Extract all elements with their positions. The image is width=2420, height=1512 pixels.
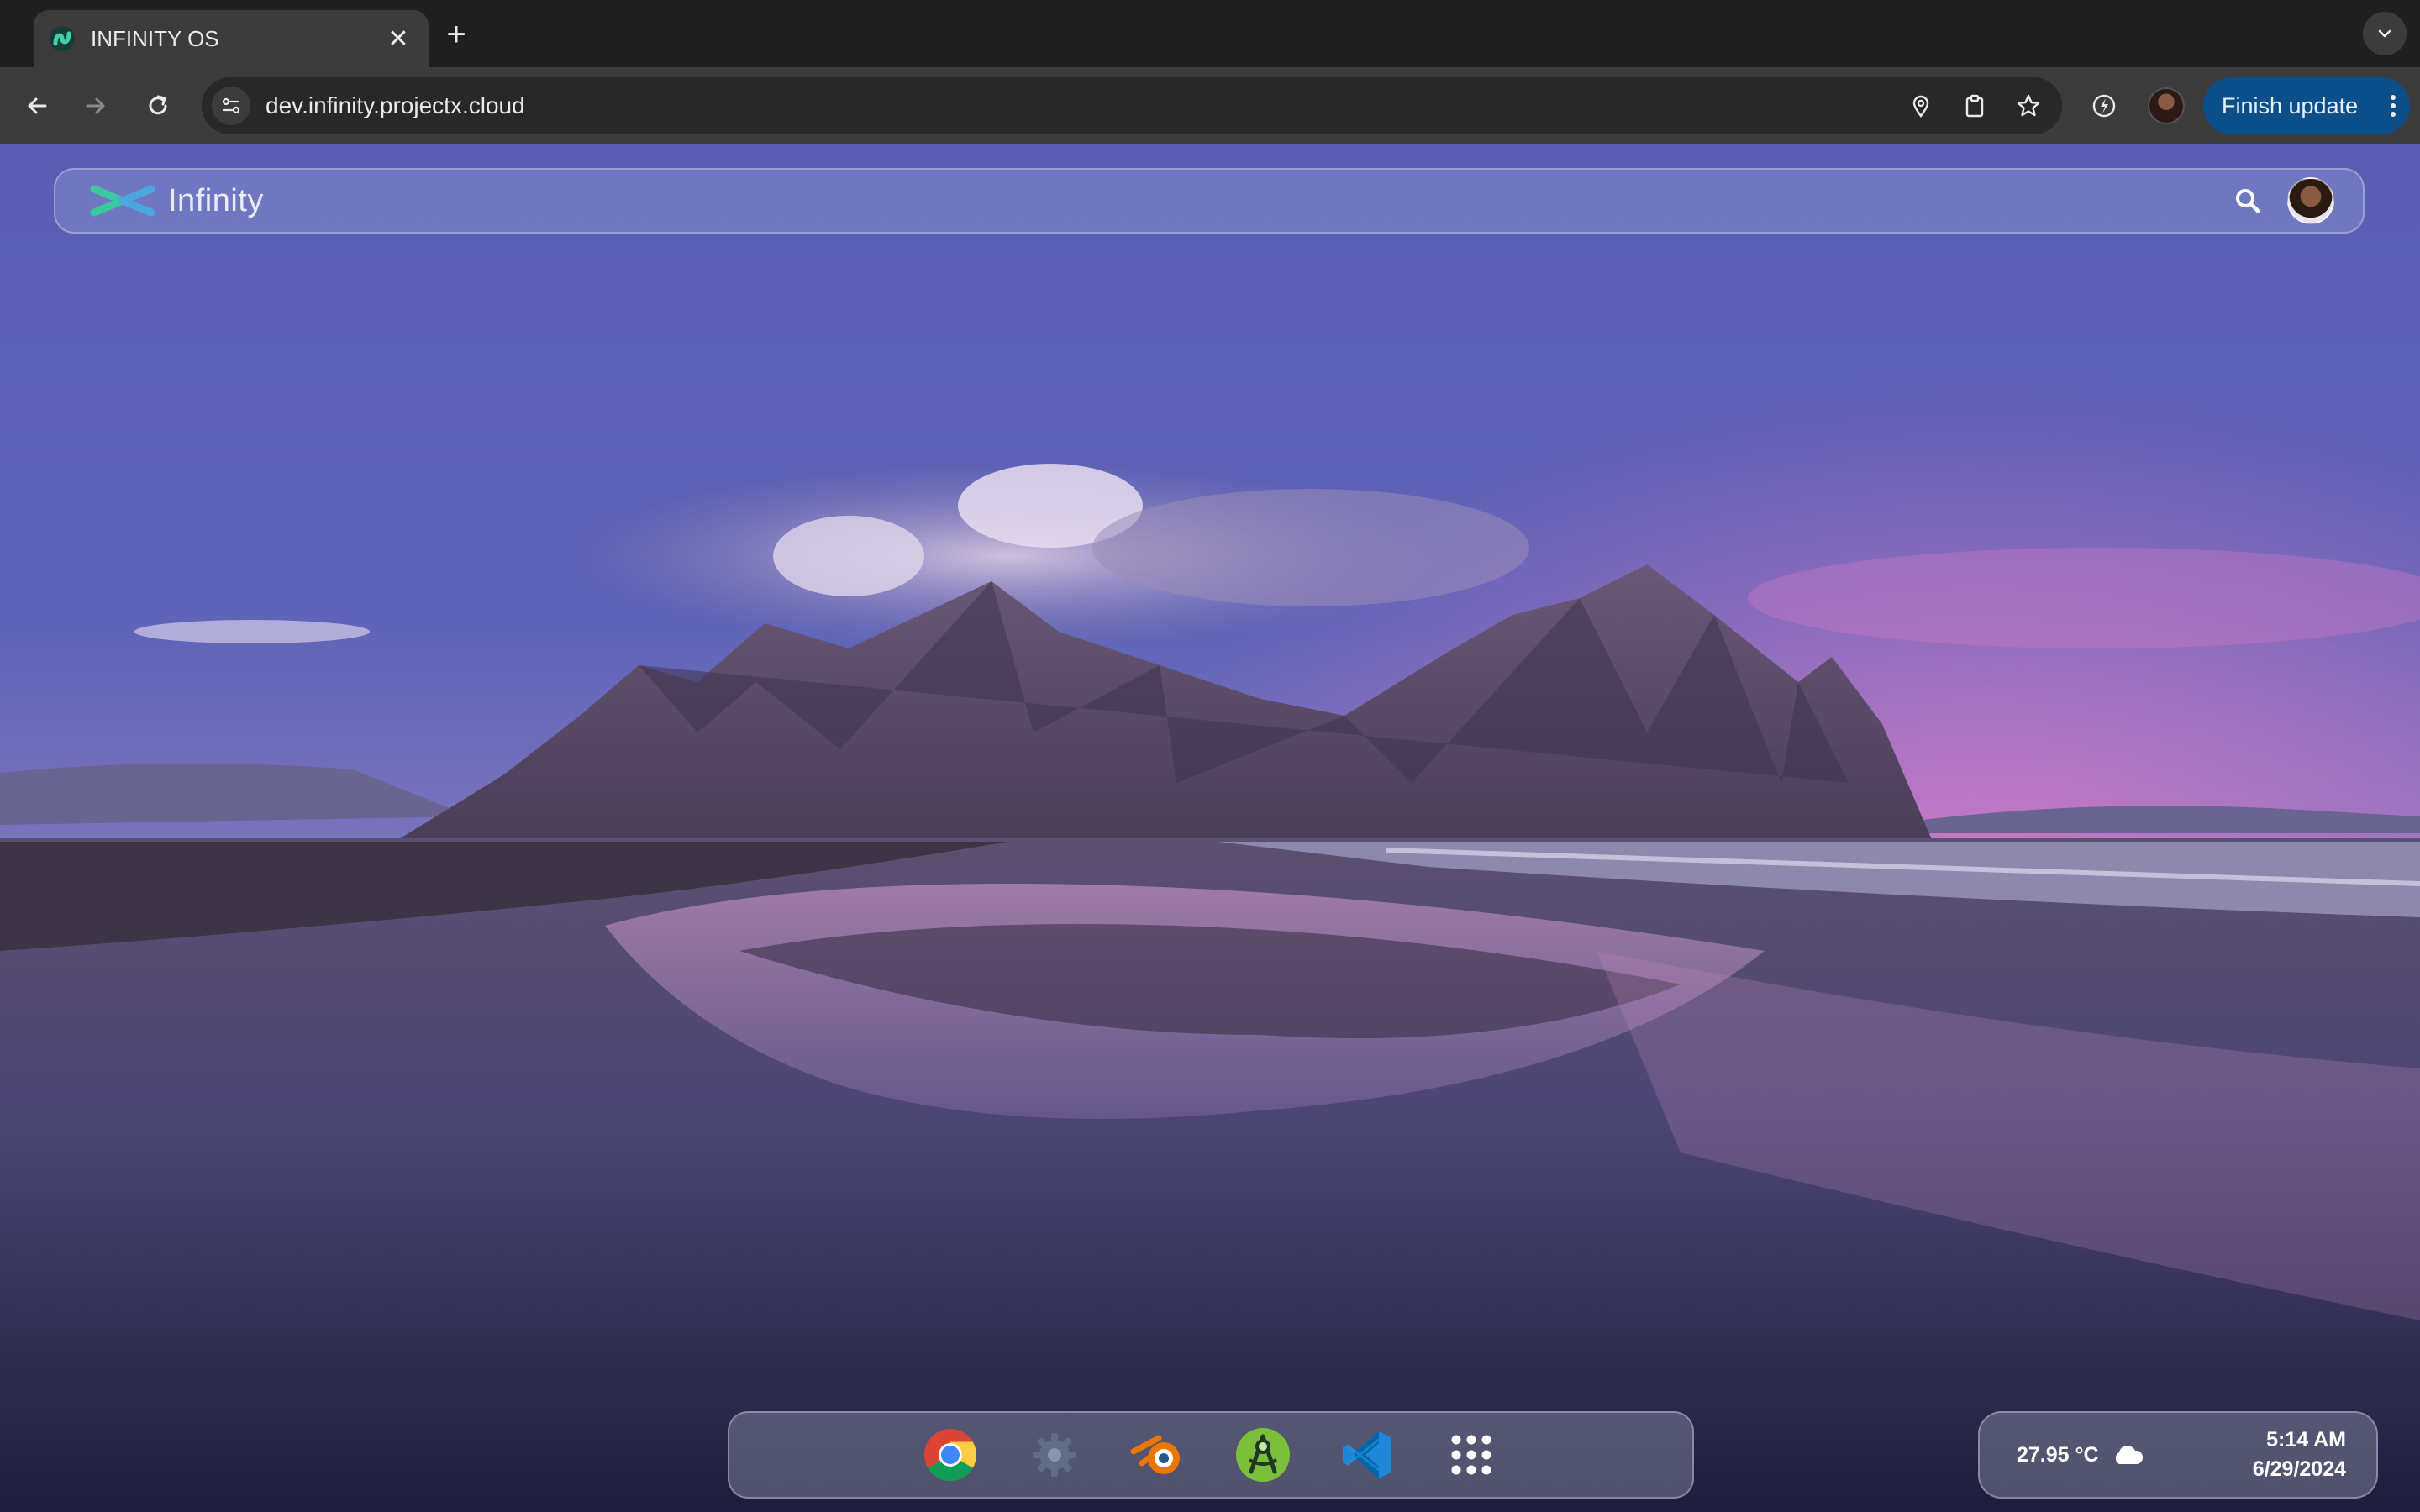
clock-time: 5:14 AM [2266, 1428, 2346, 1452]
location-pin-icon[interactable] [1901, 86, 1941, 126]
tab-strip: INFINITY OS ✕ + [0, 0, 2420, 67]
clipboard-icon[interactable] [1954, 86, 1995, 126]
more-vert-icon[interactable] [2376, 86, 2410, 126]
finish-update-button[interactable]: Finish update [2203, 77, 2410, 134]
infinity-favicon-icon [50, 26, 75, 51]
gear-icon[interactable] [1026, 1426, 1083, 1483]
grid-icon[interactable] [1443, 1426, 1500, 1483]
profile-avatar[interactable] [2148, 87, 2185, 124]
performance-icon[interactable] [2084, 86, 2124, 126]
infinity-logo-icon [90, 185, 155, 217]
plus-icon[interactable]: + [437, 15, 476, 54]
temperature: 27.95 °C [2017, 1442, 2099, 1467]
chrome-icon[interactable] [922, 1426, 979, 1483]
close-icon[interactable]: ✕ [383, 24, 413, 54]
clock-date: 6/29/2024 [2252, 1457, 2346, 1481]
wallpaper-image [0, 144, 2420, 1512]
user-avatar[interactable] [2287, 177, 2334, 224]
browser-toolbar: dev.infinity.projectx.cloud Finish updat… [0, 67, 2420, 144]
blender-icon[interactable] [1130, 1426, 1187, 1483]
tab-title: INFINITY OS [91, 25, 219, 51]
cloud-icon [2115, 1445, 2143, 1464]
tune-icon[interactable] [212, 87, 250, 125]
reload-icon[interactable] [138, 86, 178, 126]
browser-tab[interactable]: INFINITY OS ✕ [34, 10, 429, 67]
infinity-top-bar: Infinity [54, 168, 2365, 234]
clock: 5:14 AM 6/29/2024 [2253, 1428, 2346, 1482]
finish-update-label: Finish update [2222, 92, 2359, 118]
url-text[interactable]: dev.infinity.projectx.cloud [266, 92, 1901, 119]
system-tray[interactable]: 27.95 °C 5:14 AM 6/29/2024 [1978, 1411, 2378, 1499]
android-studio-icon[interactable] [1234, 1426, 1292, 1483]
forward-icon[interactable] [76, 86, 116, 126]
chevron-down-icon[interactable] [2363, 12, 2407, 55]
address-bar[interactable]: dev.infinity.projectx.cloud [202, 77, 2062, 134]
star-icon[interactable] [2008, 86, 2049, 126]
search-icon[interactable] [2228, 181, 2267, 220]
dock [728, 1411, 1694, 1499]
logo-text: Infinity [168, 182, 264, 218]
vscode-icon[interactable] [1339, 1426, 1396, 1483]
desktop: Infinity 27.95 °C 5:14 AM 6/29/2024 [0, 144, 2420, 1512]
back-icon[interactable] [17, 86, 57, 126]
